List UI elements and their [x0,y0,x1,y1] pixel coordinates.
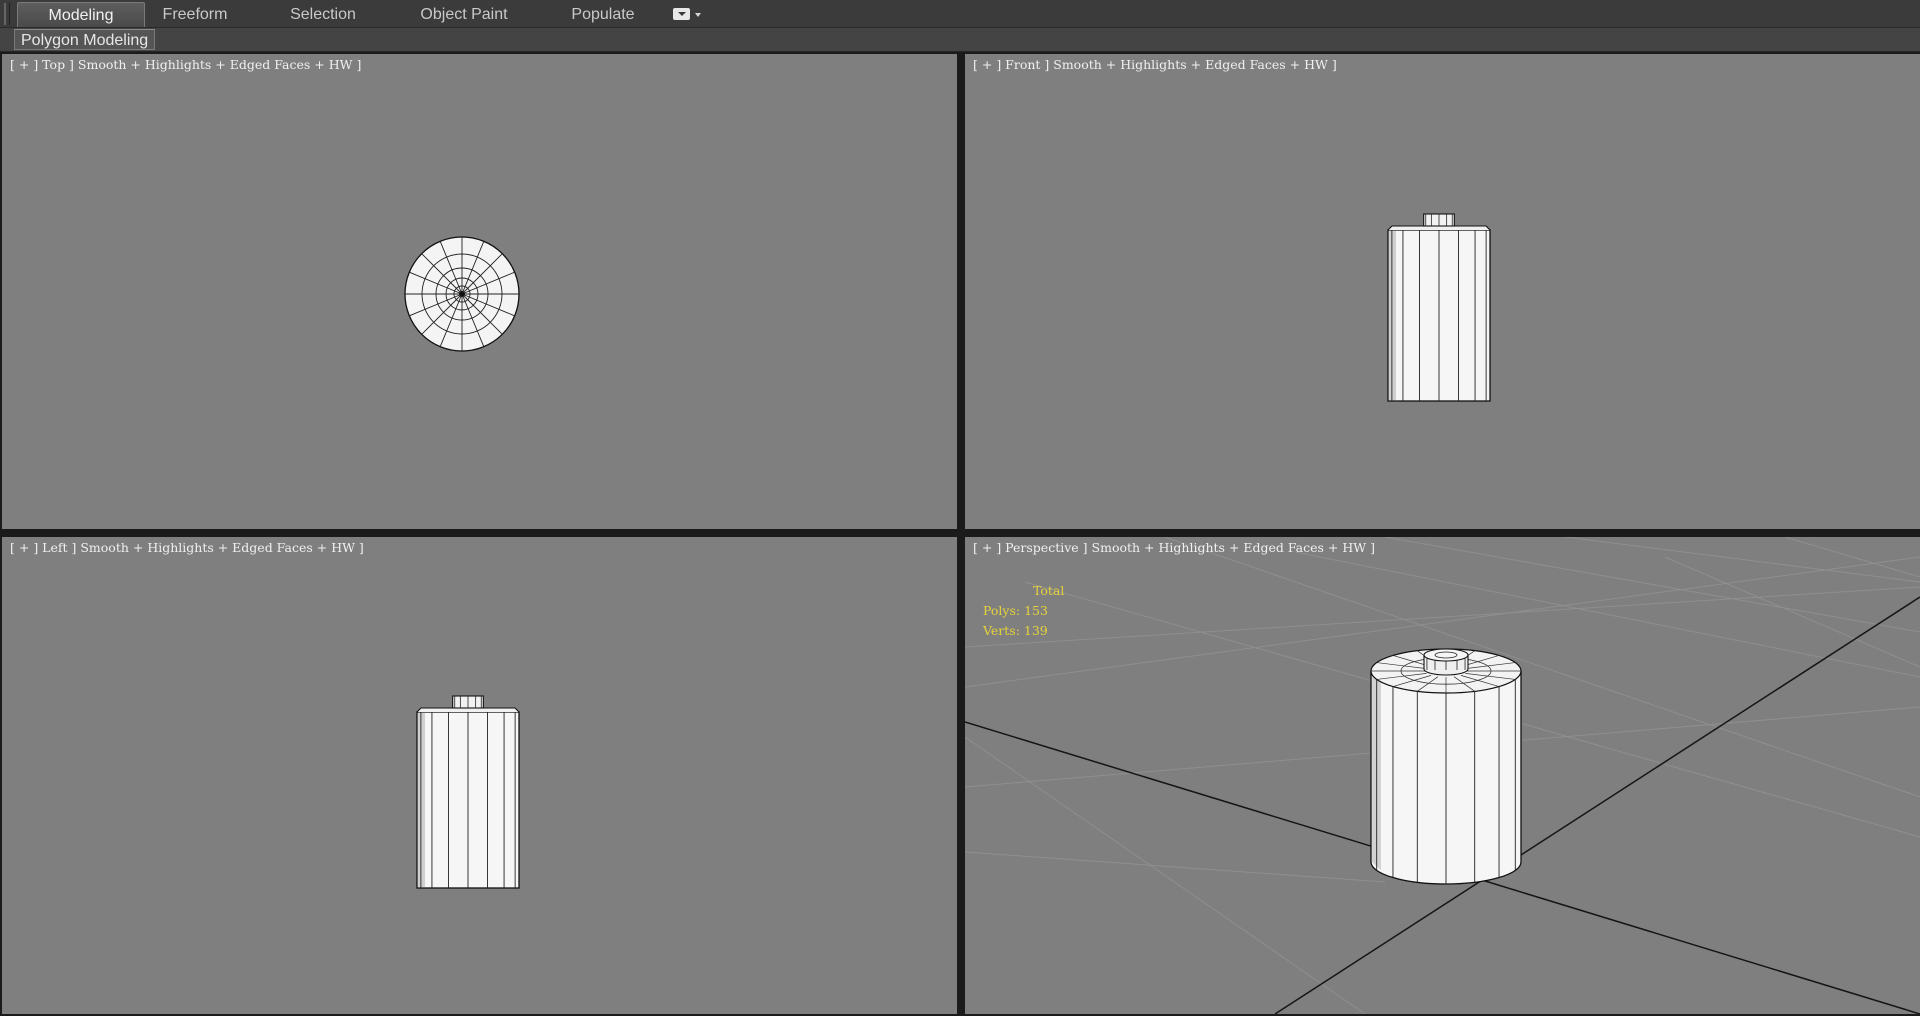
stats-verts-value: 139 [1023,623,1048,638]
ribbon-grip-handle[interactable] [4,3,10,25]
viewport-shading-mode[interactable]: Smooth + Highlights + Edged Faces + HW [1092,540,1367,555]
stats-polys-row: Polys: 153 [983,601,1064,621]
viewport-front[interactable]: [ + ] Front ] Smooth + Highlights + Edge… [965,54,1920,529]
stats-polys-label: Polys: [983,603,1021,618]
viewport-view-name[interactable]: Perspective [1005,540,1079,555]
ribbon-options-box-icon [673,8,690,20]
viewport-left[interactable]: [ + ] Left ] Smooth + Highlights + Edged… [2,537,957,1014]
perspective-view-canvas [965,537,1920,1014]
ribbon-tab-bar: Modeling Freeform Selection Object Paint… [0,0,1920,28]
viewport-menu-plus[interactable]: + [982,540,992,555]
cylinder-front-mesh[interactable] [1387,213,1491,402]
tab-object-paint[interactable]: Object Paint [408,2,520,27]
stats-total-label: Total [1033,583,1065,598]
viewport-top[interactable]: [ + ] Top ] Smooth + Highlights + Edged … [2,54,957,529]
ribbon-options-icon[interactable] [673,8,705,22]
top-view-canvas [404,236,520,352]
left-view-canvas [416,695,520,889]
cylinder-left-mesh[interactable] [416,695,520,889]
viewport-label-perspective[interactable]: [ + ] Perspective ] Smooth + Highlights … [973,540,1375,555]
cylinder-top-mesh[interactable] [404,236,520,352]
stats-polys-value: 153 [1024,603,1048,618]
chevron-down-icon [695,13,701,17]
stats-verts-label: Verts: [983,623,1020,638]
tab-selection[interactable]: Selection [273,2,373,27]
tab-populate[interactable]: Populate [553,2,653,27]
cylinder-perspective-mesh[interactable] [1370,648,1522,885]
front-view-canvas [1387,213,1491,402]
polygon-modeling-panel-button[interactable]: Polygon Modeling [14,29,156,50]
scene-statistics: Total Polys: 153 Verts: 139 [983,581,1064,641]
tab-modeling[interactable]: Modeling [17,2,145,27]
stats-verts-row: Verts: 139 [983,621,1064,641]
ribbon-panel: Polygon Modeling [0,28,1920,52]
tab-freeform[interactable]: Freeform [145,2,245,27]
viewport-perspective[interactable]: [ + ] Perspective ] Smooth + Highlights … [965,537,1920,1014]
